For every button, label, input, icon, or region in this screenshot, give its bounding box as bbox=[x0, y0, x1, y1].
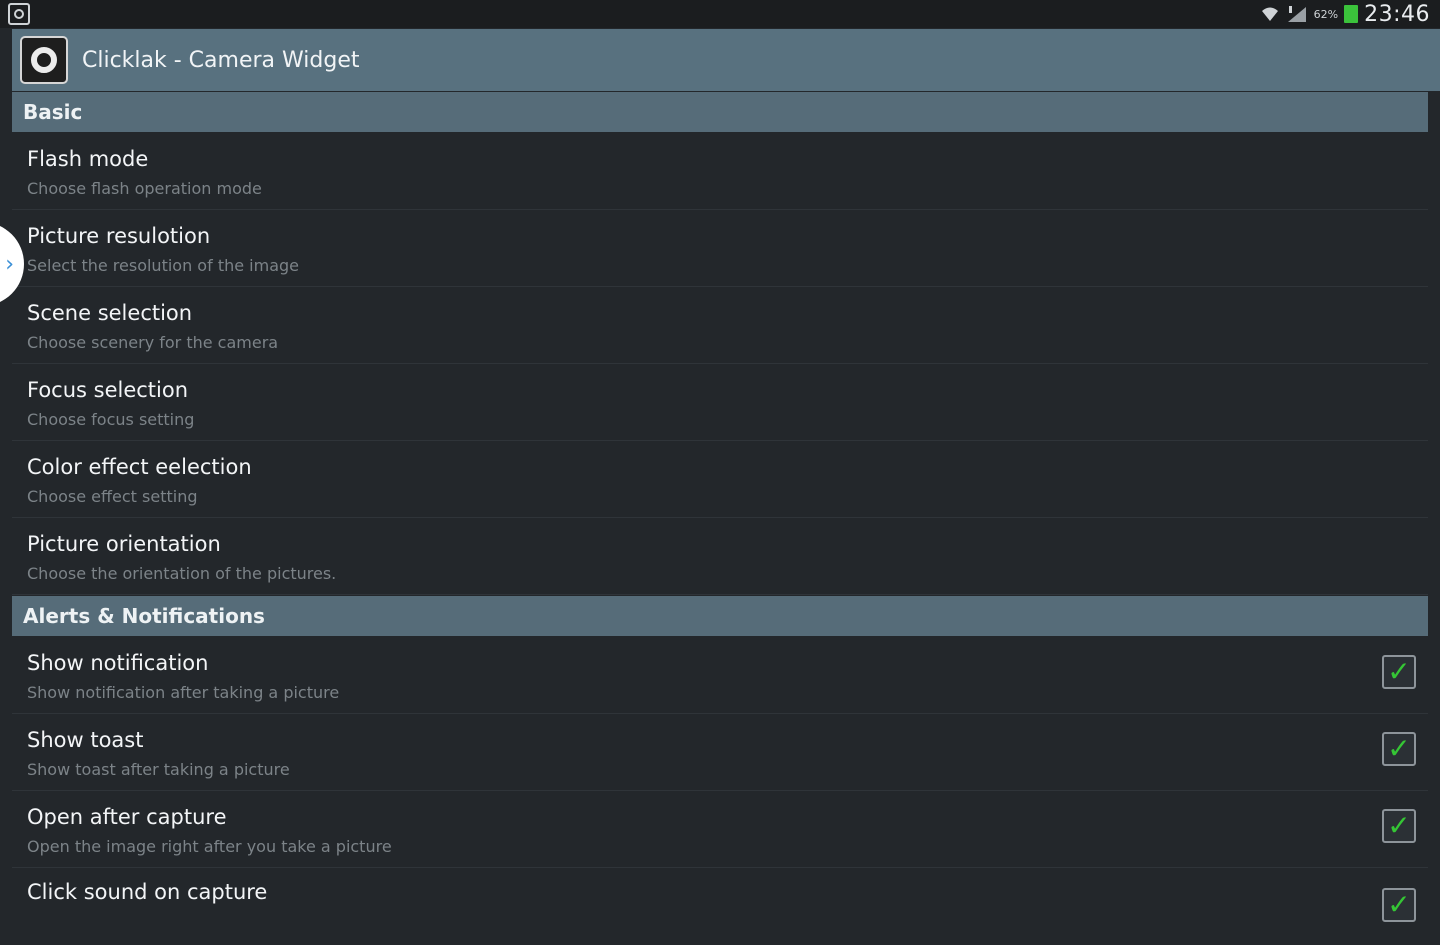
action-bar: Clicklak - Camera Widget bbox=[12, 29, 1440, 91]
pref-picture-orientation[interactable]: Picture orientation Choose the orientati… bbox=[12, 518, 1428, 595]
pref-summary: Show toast after taking a picture bbox=[27, 760, 290, 779]
pref-summary: Show notification after taking a picture bbox=[27, 683, 340, 702]
show-notification-checkbox[interactable]: ✓ bbox=[1382, 655, 1416, 689]
pref-summary: Choose scenery for the camera bbox=[27, 333, 279, 352]
pref-open-after-capture[interactable]: Open after capture Open the image right … bbox=[12, 791, 1428, 868]
pref-summary: Open the image right after you take a pi… bbox=[27, 837, 392, 856]
checkmark-icon: ✓ bbox=[1387, 732, 1411, 765]
pref-title: Click sound on capture bbox=[27, 880, 268, 904]
pref-summary: Choose the orientation of the pictures. bbox=[27, 564, 337, 583]
checkmark-icon: ✓ bbox=[1387, 655, 1411, 688]
pref-title: Flash mode bbox=[27, 147, 149, 171]
battery-percent: 62% bbox=[1313, 7, 1339, 21]
battery-icon bbox=[1344, 5, 1359, 23]
pref-scene-selection[interactable]: Scene selection Choose scenery for the c… bbox=[12, 287, 1428, 364]
app-camera-icon[interactable] bbox=[20, 36, 68, 84]
pref-title: Picture resulotion bbox=[27, 224, 211, 248]
pref-title: Picture orientation bbox=[27, 532, 221, 556]
camera-notification-icon bbox=[8, 3, 30, 25]
status-bar: 62% 23:46 bbox=[0, 0, 1440, 28]
pref-title: Show toast bbox=[27, 728, 144, 752]
pref-title: Focus selection bbox=[27, 378, 189, 402]
checkmark-icon: ✓ bbox=[1387, 888, 1411, 921]
status-bar-right: 62% 23:46 bbox=[1260, 2, 1430, 27]
open-after-capture-checkbox[interactable]: ✓ bbox=[1382, 809, 1416, 843]
pref-show-toast[interactable]: Show toast Show toast after taking a pic… bbox=[12, 714, 1428, 791]
pref-show-notification[interactable]: Show notification Show notification afte… bbox=[12, 637, 1428, 714]
pref-color-effect[interactable]: Color effect eelection Choose effect set… bbox=[12, 441, 1428, 518]
signal-icon bbox=[1287, 6, 1306, 22]
pref-summary: Choose flash operation mode bbox=[27, 179, 262, 198]
checkmark-icon: ✓ bbox=[1387, 809, 1411, 842]
show-toast-checkbox[interactable]: ✓ bbox=[1382, 732, 1416, 766]
wifi-icon bbox=[1261, 7, 1278, 21]
pref-focus-selection[interactable]: Focus selection Choose focus setting bbox=[12, 364, 1428, 441]
pref-picture-resolution[interactable]: Picture resulotion Select the resolution… bbox=[12, 210, 1428, 287]
pref-flash-mode[interactable]: Flash mode Choose flash operation mode bbox=[12, 133, 1428, 210]
app-title: Clicklak - Camera Widget bbox=[82, 47, 360, 73]
pref-summary: Choose effect setting bbox=[27, 487, 198, 506]
chevron-right-icon: › bbox=[5, 251, 14, 277]
pref-title: Open after capture bbox=[27, 805, 227, 829]
pref-title: Show notification bbox=[27, 651, 209, 675]
category-basic: Basic bbox=[12, 92, 1428, 132]
pref-summary: Choose focus setting bbox=[27, 410, 195, 429]
pref-summary: Select the resolution of the image bbox=[27, 256, 299, 275]
category-alerts-notifications: Alerts & Notifications bbox=[12, 596, 1428, 636]
click-sound-checkbox[interactable]: ✓ bbox=[1382, 888, 1416, 922]
pref-click-sound[interactable]: Click sound on capture ✓ bbox=[12, 868, 1428, 945]
status-time: 23:46 bbox=[1364, 1, 1430, 27]
pref-title: Scene selection bbox=[27, 301, 193, 325]
pref-title: Color effect eelection bbox=[27, 455, 252, 479]
